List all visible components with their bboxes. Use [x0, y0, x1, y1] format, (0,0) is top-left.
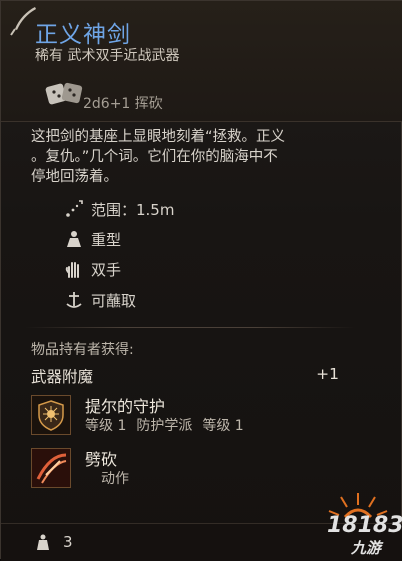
- two-handed-icon: [63, 258, 85, 280]
- wielder-gains-label: 物品持有者获得:: [31, 342, 134, 358]
- description-line: 停地回荡着。: [31, 169, 118, 185]
- ability-level: 等级 1: [85, 418, 127, 434]
- watermark-text: 九游: [351, 539, 382, 557]
- property-dippable: 可蘸取: [63, 289, 136, 311]
- property-heavy: 重型: [63, 228, 121, 250]
- ability-name: 提尔的守护: [85, 397, 166, 416]
- ability-meta: 等级 1 防护学派 等级 1: [85, 415, 254, 435]
- description-line: 。复仇。”几个词。它们在你的脑海中不: [31, 149, 278, 165]
- dice-icon: [45, 82, 83, 105]
- watermark-text: 18183: [327, 513, 402, 538]
- item-description: 这把剑的基座上显眼地刻着“拯救。正义 。复仇。”几个词。它们在你的脑海中不 停地…: [31, 127, 376, 187]
- ability-type: 动作: [101, 471, 129, 487]
- ability-cleave[interactable]: 劈砍 动作: [31, 448, 361, 500]
- property-label: 可蘸取: [91, 291, 137, 310]
- ability-school: 防护学派: [136, 418, 193, 434]
- item-weight: 3: [63, 533, 73, 551]
- property-range: 范围：1.5m: [63, 198, 174, 220]
- property-label: 双手: [91, 260, 122, 279]
- ability-name: 劈砍: [85, 450, 118, 469]
- item-tooltip: 正义神剑 稀有 武术双手近战武器 2d6+1 挥砍 这把剑的基座上显眼地刻着“拯…: [0, 0, 402, 561]
- cleave-icon: [31, 448, 71, 488]
- ability-tyrs-protection[interactable]: 提尔的守护 等级 1 防护学派 等级 1: [31, 395, 361, 447]
- damage-value: 2d6+1 挥砍: [83, 96, 163, 112]
- property-two-handed: 双手: [63, 258, 121, 280]
- heavy-icon: [63, 228, 85, 250]
- property-label: 范围：1.5m: [91, 200, 175, 219]
- section-divider: [25, 327, 355, 328]
- dippable-icon: [63, 289, 85, 311]
- range-icon: [63, 198, 85, 220]
- weight-icon: [37, 534, 49, 550]
- enchantment-label: 武器附魔: [31, 368, 94, 386]
- item-name: 正义神剑: [35, 22, 131, 48]
- enchantment-value: +1: [316, 365, 339, 383]
- property-label: 重型: [91, 230, 122, 249]
- item-rarity-type: 稀有 武术双手近战武器: [35, 48, 180, 64]
- description-line: 这把剑的基座上显眼地刻着“拯救。正义: [31, 129, 286, 145]
- ability-level: 等级 1: [202, 418, 244, 434]
- shield-sun-icon: [31, 395, 71, 435]
